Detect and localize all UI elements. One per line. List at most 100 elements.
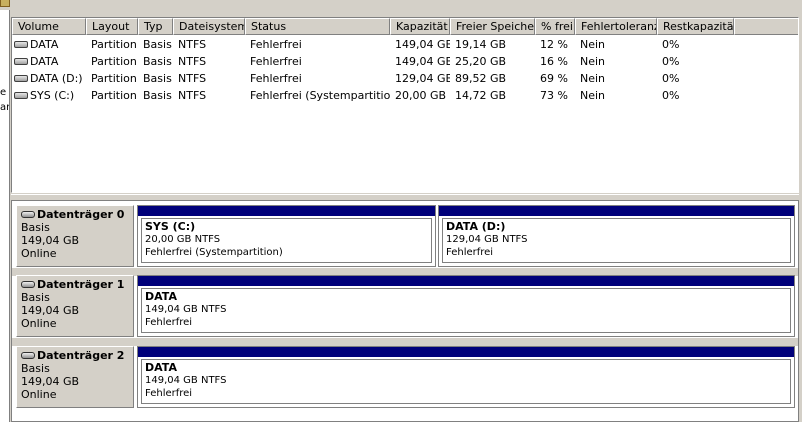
disk-info[interactable]: Datenträger 0 Basis 149,04 GB Online — [16, 205, 134, 267]
column-header-typ[interactable]: Typ — [138, 18, 173, 35]
hard-disk-icon — [21, 211, 35, 218]
toolbar-icon[interactable] — [0, 0, 10, 7]
column-header-volume[interactable]: Volume — [12, 18, 86, 35]
volume-list[interactable]: Volume Layout Typ Dateisystem Status Kap… — [11, 17, 799, 193]
top-toolbar-strip — [0, 0, 802, 10]
partition-name: SYS (C:) — [145, 220, 196, 233]
cell-fehlertoleranz: Nein — [580, 72, 606, 85]
partition-size: 149,04 GB NTFS — [145, 304, 227, 315]
cell-rest: 0% — [662, 89, 680, 102]
disk-size: 149,04 GB — [21, 375, 80, 388]
disk-row: Datenträger 0 Basis 149,04 GB Online SYS (C:… — [12, 201, 798, 267]
cell-fs: NTFS — [178, 72, 207, 85]
cell-layout: Partition — [91, 72, 137, 85]
partition-details: DATA 149,04 GB NTFS Fehlerfrei — [141, 288, 791, 333]
partition-name: DATA (D:) — [446, 220, 506, 233]
partition-block[interactable]: DATA (D:) 129,04 GB NTFS Fehlerfrei — [438, 205, 795, 267]
left-pane-text: ar — [0, 102, 10, 113]
cell-prozent: 12 % — [540, 38, 568, 51]
cell-fehlertoleranz: Nein — [580, 38, 606, 51]
partition-block[interactable]: DATA 149,04 GB NTFS Fehlerfrei — [137, 275, 795, 337]
partition-size: 149,04 GB NTFS — [145, 375, 227, 386]
cell-typ: Basis — [143, 55, 172, 68]
partition-status: Fehlerfrei — [446, 247, 494, 258]
cell-frei: 25,20 GB — [455, 55, 507, 68]
volume-list-header: Volume Layout Typ Dateisystem Status Kap… — [12, 18, 798, 35]
column-header-layout[interactable]: Layout — [86, 18, 138, 35]
disk-info[interactable]: Datenträger 2 Basis 149,04 GB Online — [16, 346, 134, 408]
cell-rest: 0% — [662, 38, 680, 51]
partition-bar — [439, 206, 794, 216]
left-pane-text: e — [0, 87, 7, 98]
drive-icon — [14, 92, 28, 99]
volume-name: DATA — [30, 38, 59, 51]
volume-row[interactable]: DATA (D:) Partition Basis NTFS Fehlerfrei 129… — [12, 70, 798, 87]
cell-kapazitaet: 20,00 GB — [395, 89, 447, 102]
partition-block[interactable]: SYS (C:) 20,00 GB NTFS Fehlerfrei (Systemp… — [137, 205, 436, 267]
volume-name: DATA (D:) — [30, 72, 83, 85]
cell-volume: DATA (D:) — [12, 70, 86, 87]
cell-status: Fehlerfrei — [250, 55, 302, 68]
column-header-restkapazitaet[interactable]: Restkapazität — [657, 18, 734, 35]
partition-bar — [138, 347, 794, 357]
cell-rest: 0% — [662, 72, 680, 85]
cell-typ: Basis — [143, 72, 172, 85]
cell-frei: 14,72 GB — [455, 89, 507, 102]
cell-prozent: 69 % — [540, 72, 568, 85]
disk-name: Datenträger 1 — [21, 278, 133, 291]
cell-prozent: 16 % — [540, 55, 568, 68]
cell-fs: NTFS — [178, 89, 207, 102]
partition-details: DATA (D:) 129,04 GB NTFS Fehlerfrei — [442, 218, 791, 263]
cell-fehlertoleranz: Nein — [580, 55, 606, 68]
column-header-fehlertoleranz[interactable]: Fehlertoleranz — [575, 18, 657, 35]
volume-row[interactable]: SYS (C:) Partition Basis NTFS Fehlerfrei (Sy… — [12, 87, 798, 104]
cell-volume: DATA — [12, 53, 86, 70]
cell-fehlertoleranz: Nein — [580, 89, 606, 102]
cell-rest: 0% — [662, 55, 680, 68]
drive-icon — [14, 75, 28, 82]
cell-status: Fehlerfrei (Systempartition) — [250, 89, 390, 102]
column-header-status[interactable]: Status — [245, 18, 390, 35]
disk-size: 149,04 GB — [21, 304, 80, 317]
column-header-filler — [734, 18, 798, 35]
disk-row: Datenträger 1 Basis 149,04 GB Online DATA 149… — [12, 271, 798, 337]
column-header-prozent-frei[interactable]: % frei — [535, 18, 575, 35]
volume-row[interactable]: DATA Partition Basis NTFS Fehlerfrei 149,04 G… — [12, 36, 798, 53]
partition-name: DATA — [145, 361, 177, 374]
volume-rows: DATA Partition Basis NTFS Fehlerfrei 149,04 G… — [12, 36, 798, 104]
partition-size: 20,00 GB NTFS — [145, 234, 221, 245]
partition-bar — [138, 276, 794, 286]
disk-type: Basis — [21, 221, 50, 234]
cell-kapazitaet: 129,04 GB — [395, 72, 450, 85]
volume-name: DATA — [30, 55, 59, 68]
column-header-kapazitaet[interactable]: Kapazität — [390, 18, 450, 35]
cell-layout: Partition — [91, 38, 137, 51]
drive-icon — [14, 41, 28, 48]
cell-volume: DATA — [12, 36, 86, 53]
partition-block[interactable]: DATA 149,04 GB NTFS Fehlerfrei — [137, 346, 795, 408]
cell-volume: SYS (C:) — [12, 87, 86, 104]
cell-prozent: 73 % — [540, 89, 568, 102]
column-header-dateisystem[interactable]: Dateisystem — [173, 18, 245, 35]
partition-status: Fehlerfrei (Systempartition) — [145, 247, 283, 258]
cell-typ: Basis — [143, 89, 172, 102]
disk-info[interactable]: Datenträger 1 Basis 149,04 GB Online — [16, 275, 134, 337]
partition-bar — [138, 206, 435, 216]
disk-state: Online — [21, 388, 57, 401]
cell-frei: 19,14 GB — [455, 38, 507, 51]
partition-details: DATA 149,04 GB NTFS Fehlerfrei — [141, 359, 791, 404]
disk-name-label: Datenträger 0 — [37, 208, 125, 221]
disk-state: Online — [21, 317, 57, 330]
disk-name: Datenträger 0 — [21, 208, 133, 221]
left-pane-fragment: e ar — [0, 10, 10, 422]
partition-size: 129,04 GB NTFS — [446, 234, 528, 245]
disk-type: Basis — [21, 362, 50, 375]
cell-layout: Partition — [91, 55, 137, 68]
partition-status: Fehlerfrei — [145, 317, 193, 328]
disk-state: Online — [21, 247, 57, 260]
cell-status: Fehlerfrei — [250, 72, 302, 85]
partition-name: DATA — [145, 290, 177, 303]
column-header-freier-speicher[interactable]: Freier Speicher — [450, 18, 535, 35]
cell-frei: 89,52 GB — [455, 72, 507, 85]
volume-row[interactable]: DATA Partition Basis NTFS Fehlerfrei 149,04 G… — [12, 53, 798, 70]
